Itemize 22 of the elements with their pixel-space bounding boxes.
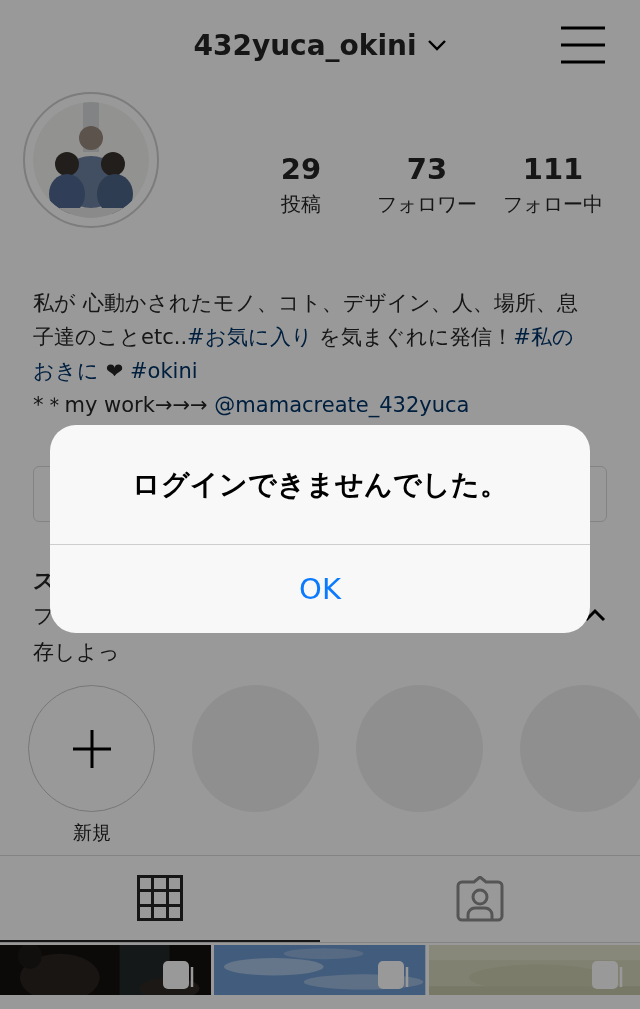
stat-label: フォロー中 [503, 191, 603, 218]
chevron-down-icon [426, 39, 447, 51]
plus-icon [72, 729, 111, 768]
highlight-label: 新規 [72, 820, 111, 845]
hashtag-link[interactable]: #okini [129, 359, 198, 383]
avatar[interactable] [23, 92, 159, 228]
stat-count: 73 [406, 152, 448, 186]
hashtag-link[interactable]: @mamacreate_432yuca [214, 393, 470, 417]
chevron-up-icon[interactable] [584, 608, 606, 623]
hashtag-link[interactable]: おきに [33, 359, 99, 383]
hashtag-link[interactable]: #私の [513, 325, 574, 349]
alert-message: ログインできませんでした。 [50, 425, 590, 545]
grid-icon[interactable] [137, 875, 183, 921]
menu-icon[interactable] [561, 26, 605, 64]
username-menu[interactable]: 432yuca_okini [193, 28, 447, 62]
stat-count: 111 [522, 152, 584, 186]
tagged-person-icon[interactable] [456, 876, 504, 922]
hashtag-link[interactable]: #お気に入り [187, 325, 313, 349]
stat-label: フォロワー [377, 191, 477, 218]
stat-count: 29 [280, 152, 322, 186]
stat-label: 投稿 [281, 191, 321, 218]
bio-text: 私が 心動かされたモノ、コト、デザイン、人、場所、息 子達のことetc..#お気に入り を気まぐれに発信！#私の おきに ❤ #okini *＊my work→→→ @mamacreate_432yuca [33, 290, 579, 420]
